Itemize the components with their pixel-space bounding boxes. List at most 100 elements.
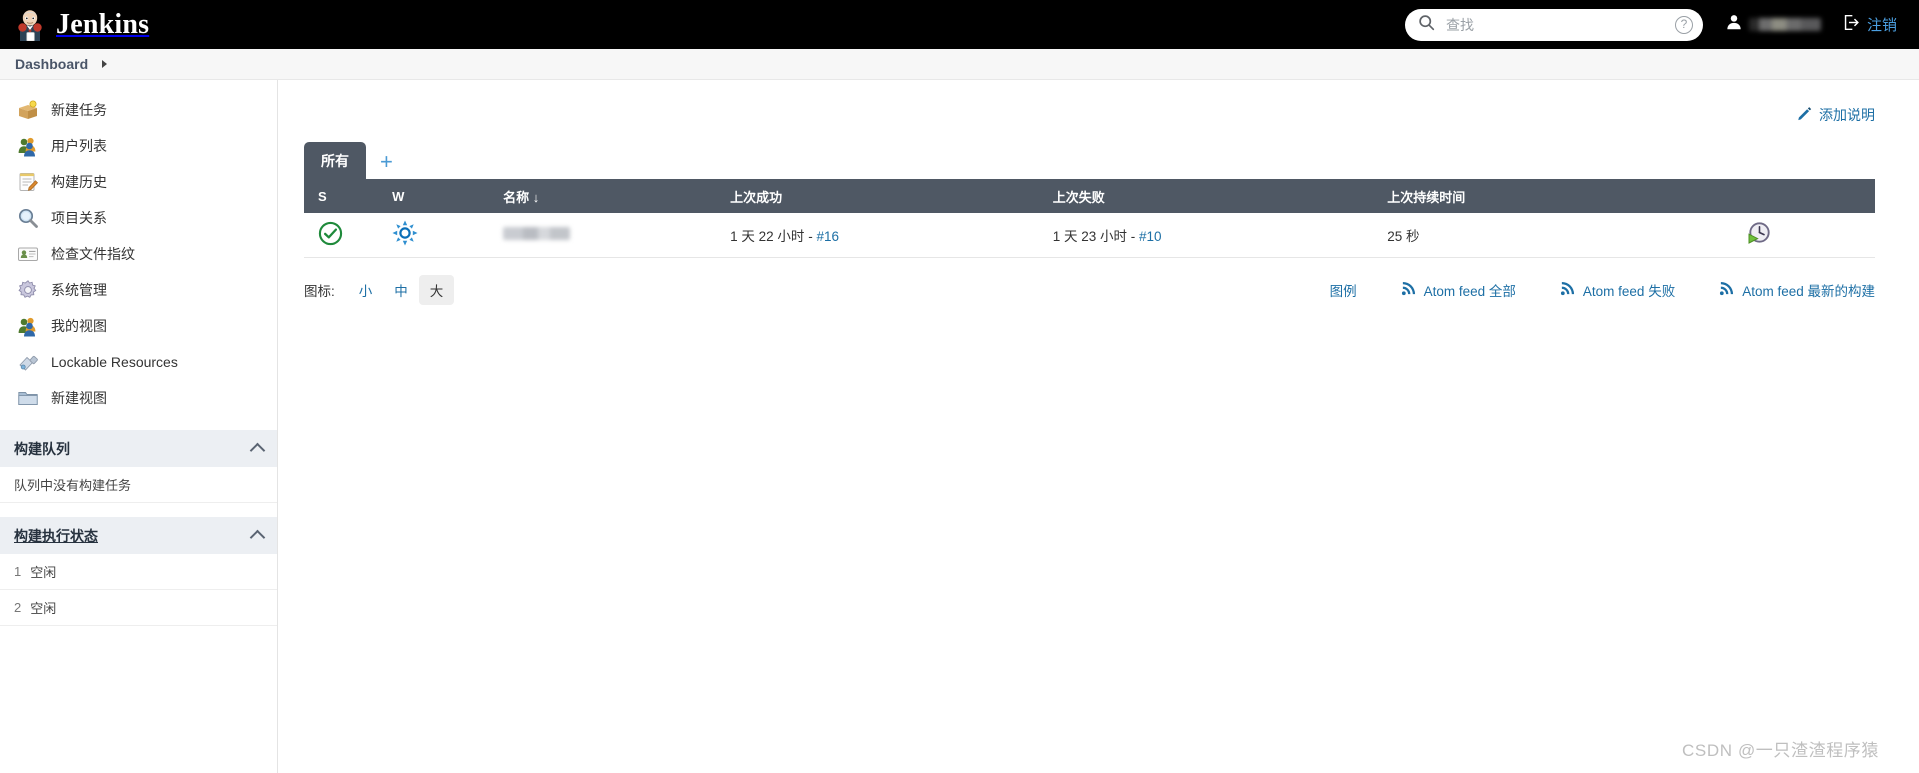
build-queue-title: 构建队列 — [14, 440, 70, 457]
logout-icon — [1843, 14, 1860, 35]
sidebar-item-fingerprint[interactable]: 检查文件指纹 — [0, 236, 277, 272]
tab-all[interactable]: 所有 — [304, 142, 366, 179]
success-check-circle-icon[interactable] — [318, 221, 343, 249]
rss-icon — [1560, 281, 1575, 299]
sidebar-item-label: Lockable Resources — [51, 354, 178, 370]
gear-icon — [17, 279, 39, 301]
sidebar-item-manage-jenkins[interactable]: 系统管理 — [0, 272, 277, 308]
last-failure-build-link[interactable]: #10 — [1139, 229, 1162, 244]
page-body: 新建任务 用户列表 构建历史 项目关系 检查文件指纹 系统管理 我的视图 Loc… — [0, 80, 1919, 773]
build-queue-header[interactable]: 构建队列 — [0, 430, 277, 467]
sidebar-item-label: 构建历史 — [51, 174, 107, 190]
table-header-row: S W 名称 ↓ 上次成功 上次失败 上次持续时间 — [304, 179, 1875, 213]
logout-button[interactable]: 注销 — [1843, 14, 1897, 35]
breadcrumb: Dashboard — [0, 49, 1919, 80]
column-header-last-success[interactable]: 上次成功 — [716, 179, 1039, 213]
schedule-build-clock-icon[interactable] — [1746, 222, 1772, 249]
sort-down-icon: ↓ — [532, 189, 540, 205]
chevron-right-icon[interactable] — [102, 60, 108, 68]
sidebar-item-label: 项目关系 — [51, 210, 107, 226]
separator-dash: - — [1130, 228, 1139, 244]
cell-last-success: 1 天 22 小时 - #16 — [716, 213, 1039, 258]
atom-feed-all-link[interactable]: Atom feed 全部 — [1401, 280, 1516, 300]
last-success-build-link[interactable]: #16 — [816, 229, 839, 244]
sidebar-item-new-view[interactable]: 新建视图 — [0, 380, 277, 416]
sidebar-item-label: 检查文件指纹 — [51, 246, 135, 262]
icon-size-medium[interactable]: 中 — [383, 275, 419, 305]
cell-last-duration: 25 秒 — [1373, 213, 1732, 258]
sidebar-item-new-job[interactable]: 新建任务 — [0, 92, 277, 128]
sidebar-item-project-relationship[interactable]: 项目关系 — [0, 200, 277, 236]
brand-title: Jenkins — [56, 8, 150, 40]
people-icon — [17, 315, 39, 337]
fingerprint-card-icon — [17, 243, 39, 265]
table-row: 1 天 22 小时 - #16 1 天 23 小时 - #10 25 秒 — [304, 213, 1875, 258]
chevron-up-icon[interactable] — [249, 529, 266, 546]
add-description-label: 添加说明 — [1819, 107, 1875, 123]
search-icon — [1418, 14, 1435, 36]
logout-label: 注销 — [1866, 17, 1897, 34]
people-icon — [17, 135, 39, 157]
legend-link[interactable]: 图例 — [1330, 280, 1357, 300]
watermark: CSDN @一只渣渣程序猿 — [1682, 741, 1879, 760]
jobs-table-body: 1 天 22 小时 - #16 1 天 23 小时 - #10 25 秒 — [304, 213, 1875, 258]
column-header-name[interactable]: 名称 ↓ — [489, 179, 717, 213]
cell-build-button — [1731, 213, 1875, 258]
last-success-time: 1 天 22 小时 — [730, 228, 805, 244]
sidebar-item-label: 新建任务 — [51, 102, 107, 118]
atom-feed-failed-label: Atom feed 失败 — [1582, 283, 1676, 299]
column-header-last-failure[interactable]: 上次失败 — [1038, 179, 1374, 213]
icon-size-small[interactable]: 小 — [348, 275, 384, 305]
header-right-group: ? 注销 — [1404, 8, 1897, 41]
executor-row[interactable]: 1 空闲 — [0, 554, 277, 590]
executor-status: 空闲 — [30, 565, 57, 580]
person-avatar-icon — [1725, 13, 1743, 36]
notepad-pencil-icon — [17, 171, 39, 193]
user-menu[interactable] — [1725, 13, 1821, 36]
jobs-table-header: S W 名称 ↓ 上次成功 上次失败 上次持续时间 — [304, 179, 1875, 213]
breadcrumb-item-dashboard[interactable]: Dashboard — [15, 56, 88, 72]
magnifier-icon — [17, 207, 39, 229]
search-box[interactable]: ? — [1404, 8, 1703, 41]
column-header-status[interactable]: S — [304, 179, 379, 213]
job-name-masked[interactable] — [503, 226, 571, 240]
help-question-icon[interactable]: ? — [1674, 15, 1693, 34]
atom-feed-latest-link[interactable]: Atom feed 最新的构建 — [1719, 280, 1875, 300]
column-header-weather[interactable]: W — [378, 179, 490, 213]
last-failure-time: 1 天 23 小时 — [1052, 228, 1127, 244]
sidebar-item-my-views[interactable]: 我的视图 — [0, 308, 277, 344]
rss-icon — [1401, 281, 1416, 299]
sidebar-item-lockable-resources[interactable]: Lockable Resources — [0, 344, 277, 380]
executor-status: 空闲 — [30, 601, 57, 616]
rss-icon — [1719, 281, 1734, 299]
sidebar-item-users[interactable]: 用户列表 — [0, 128, 277, 164]
cell-job-name — [489, 213, 717, 258]
jenkins-home-link[interactable]: Jenkins — [14, 9, 149, 41]
icon-size-large[interactable]: 大 — [418, 274, 455, 305]
sunny-weather-icon[interactable] — [392, 220, 418, 249]
add-description-button[interactable]: 添加说明 — [1797, 102, 1875, 128]
build-queue-empty-text: 队列中没有构建任务 — [0, 467, 277, 503]
description-row: 添加说明 — [304, 102, 1875, 128]
add-view-tab-button[interactable]: + — [366, 151, 407, 179]
atom-feed-failed-link[interactable]: Atom feed 失败 — [1560, 280, 1675, 300]
icon-size-label: 图标: — [304, 283, 335, 299]
sidebar-item-label: 系统管理 — [51, 282, 107, 298]
top-header-bar: Jenkins ? — [0, 0, 1919, 49]
column-header-last-duration[interactable]: 上次持续时间 — [1373, 179, 1732, 213]
jenkins-butler-logo-icon — [14, 9, 46, 41]
search-input[interactable] — [1443, 15, 1666, 34]
executor-row[interactable]: 2 空闲 — [0, 590, 277, 626]
view-tabs: 所有 + — [304, 142, 1875, 179]
usb-key-icon — [17, 351, 39, 373]
folder-icon — [17, 387, 39, 409]
sidebar-item-label: 新建视图 — [51, 390, 107, 406]
sidebar-item-label: 用户列表 — [51, 138, 107, 154]
build-executor-status-header[interactable]: 构建执行状态 — [0, 517, 277, 554]
column-header-name-label: 名称 — [503, 189, 530, 205]
main-content: 添加说明 所有 + S W 名称 ↓ 上次成功 上次失败 上次持续时间 1 天 … — [278, 80, 1919, 773]
sidebar-item-build-history[interactable]: 构建历史 — [0, 164, 277, 200]
atom-feed-latest-label: Atom feed 最新的构建 — [1742, 283, 1875, 299]
chevron-up-icon[interactable] — [249, 442, 266, 459]
build-executor-status-title: 构建执行状态 — [14, 527, 98, 544]
